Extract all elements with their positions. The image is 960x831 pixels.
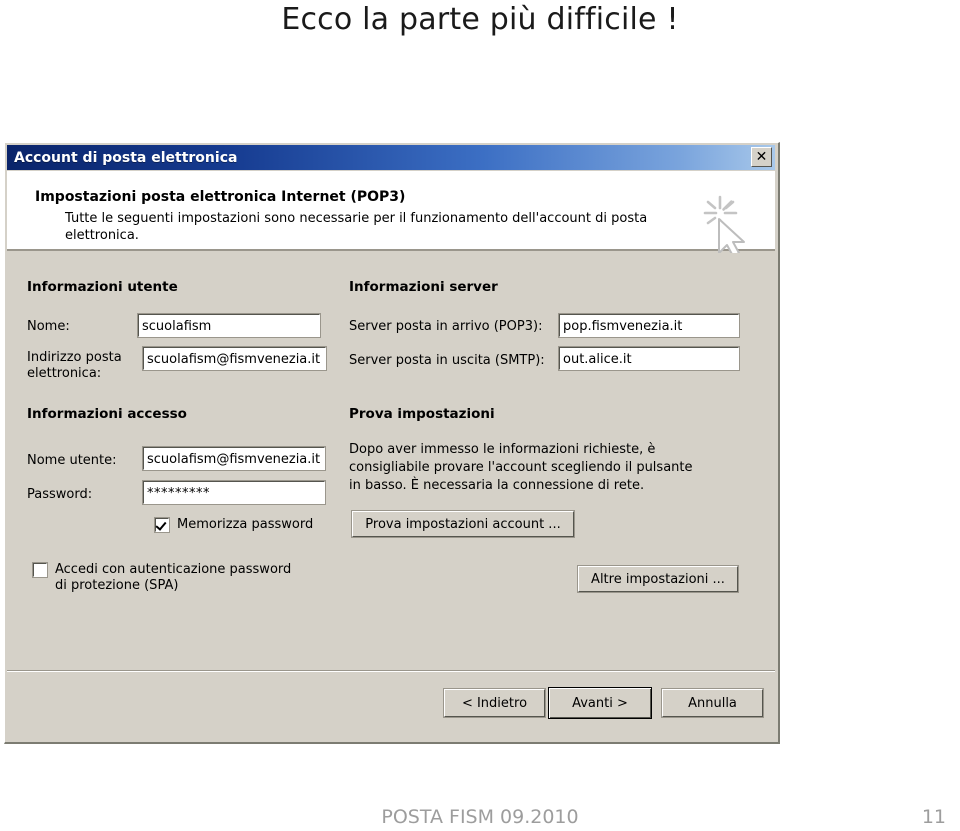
header-subtitle: Tutte le seguenti impostazioni sono nece…: [65, 211, 648, 243]
dialog-footer: < Indietro Avanti > Annulla: [7, 672, 775, 741]
cancel-button[interactable]: Annulla: [661, 688, 764, 718]
dialog-header-band: Impostazioni posta elettronica Internet …: [7, 171, 775, 257]
label-username: Nome utente:: [27, 453, 117, 468]
more-settings-button[interactable]: Altre impostazioni ...: [577, 565, 739, 593]
next-button[interactable]: Avanti >: [548, 687, 652, 719]
section-title-server-info: Informazioni server: [349, 279, 498, 295]
label-name: Nome:: [27, 319, 70, 334]
section-title-user-info: Informazioni utente: [27, 279, 178, 295]
remember-password-label: Memorizza password: [177, 517, 314, 532]
spa-checkbox-row[interactable]: Accedi con autenticazione password di pro…: [32, 562, 292, 594]
name-input[interactable]: scuolafism: [137, 313, 321, 338]
cursor-sparkle-icon: [695, 195, 757, 257]
header-title: Impostazioni posta elettronica Internet …: [35, 189, 406, 205]
section-title-logon-info: Informazioni accesso: [27, 406, 187, 422]
dialog-title: Account di posta elettronica: [14, 149, 238, 166]
slide-footer-text: POSTA FISM 09.2010: [381, 806, 579, 828]
email-account-dialog: Account di posta elettronica ✕ Impostazi…: [4, 142, 780, 744]
label-outgoing-server: Server posta in uscita (SMTP):: [349, 353, 545, 368]
slide-heading: Ecco la parte più difficile !: [281, 2, 679, 37]
slide-footer: POSTA FISM 09.2010 11: [0, 806, 960, 831]
username-input[interactable]: scuolafism@fismvenezia.it: [142, 446, 326, 471]
spa-checkbox[interactable]: [32, 562, 48, 578]
dialog-titlebar: Account di posta elettronica ✕: [7, 145, 775, 170]
label-incoming-server: Server posta in arrivo (POP3):: [349, 319, 543, 334]
dialog-body: Informazioni utente Nome: scuolafism Ind…: [7, 253, 775, 668]
test-settings-description: Dopo aver immesso le informazioni richie…: [349, 442, 693, 493]
label-password: Password:: [27, 487, 93, 502]
label-email-line1: Indirizzo posta: [27, 350, 122, 365]
outgoing-server-input[interactable]: out.alice.it: [558, 346, 740, 371]
back-button[interactable]: < Indietro: [443, 688, 546, 718]
remember-password-checkbox-row[interactable]: Memorizza password: [154, 517, 314, 533]
password-input[interactable]: *********: [142, 480, 326, 505]
section-title-test-settings: Prova impostazioni: [349, 406, 495, 422]
remember-password-checkbox[interactable]: [154, 517, 170, 533]
slide-page-number: 11: [921, 806, 946, 828]
close-icon[interactable]: ✕: [751, 147, 772, 167]
test-account-settings-button[interactable]: Prova impostazioni account ...: [351, 510, 575, 538]
spa-label: Accedi con autenticazione password di pro…: [55, 562, 292, 593]
label-email-line2: elettronica:: [27, 366, 102, 381]
incoming-server-input[interactable]: pop.fismvenezia.it: [558, 313, 740, 338]
email-address-input[interactable]: scuolafism@fismvenezia.it: [142, 346, 327, 371]
